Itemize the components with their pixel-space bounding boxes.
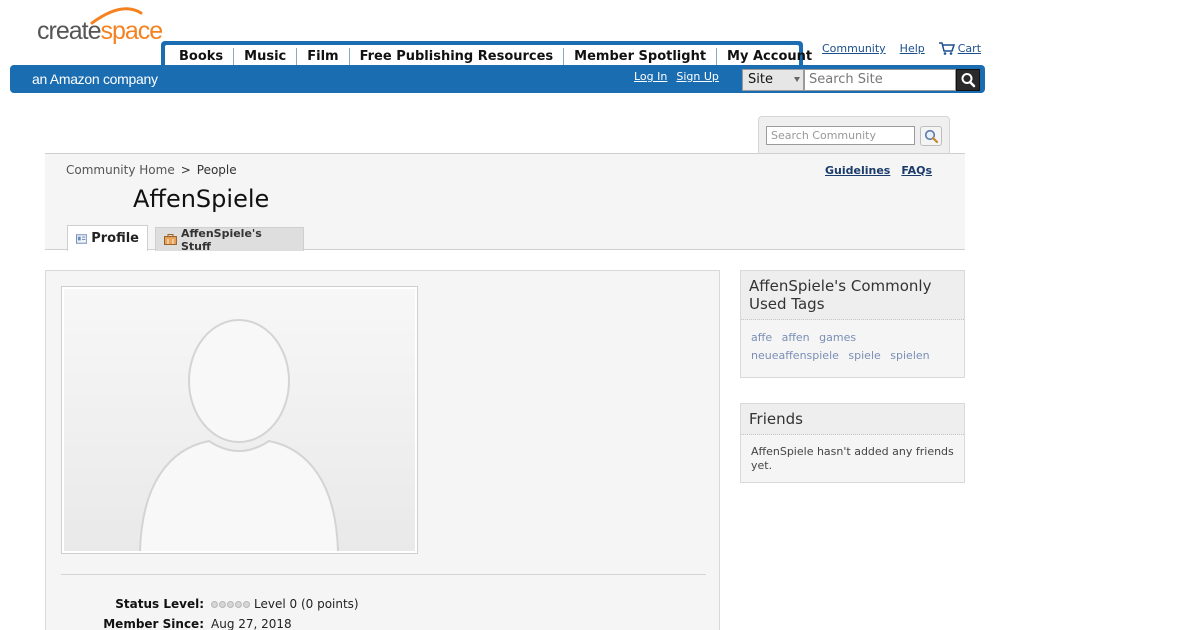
breadcrumb-separator: >: [180, 163, 191, 177]
logo-wordmark: createspace: [37, 17, 163, 45]
search-scope-select[interactable]: Site: [742, 69, 804, 91]
tag-link[interactable]: neueaffenspiele: [751, 349, 839, 362]
community-search-button[interactable]: [920, 126, 942, 146]
default-avatar-icon: [139, 319, 339, 551]
login-link[interactable]: Log In: [634, 70, 667, 83]
friends-empty-text: AffenSpiele hasn't added any friends yet…: [751, 445, 954, 472]
tag-link[interactable]: spiele: [848, 349, 880, 362]
member-since-value: Aug 27, 2018: [211, 617, 292, 630]
search-scope-value: Site: [748, 72, 773, 87]
tab-stuff[interactable]: AffenSpiele's Stuff: [155, 226, 304, 253]
status-level-value-group: Level 0 (0 points): [211, 597, 359, 611]
magnifier-icon: [924, 129, 939, 144]
top-links: Community Help Cart: [822, 42, 981, 55]
tab-profile-label: Profile: [91, 231, 139, 246]
cart-link-group[interactable]: Cart: [938, 42, 981, 55]
community-link[interactable]: Community: [822, 42, 886, 55]
tag-link[interactable]: affen: [782, 331, 810, 344]
community-search-box: Search Community: [758, 116, 950, 154]
community-header-panel: Community Home > People Guidelines FAQs …: [45, 153, 965, 253]
auth-links: Log In Sign Up: [634, 70, 719, 83]
tag-link[interactable]: spielen: [890, 349, 929, 362]
card-divider: [61, 574, 706, 575]
cart-link[interactable]: Cart: [958, 42, 981, 55]
status-dots-icon: [211, 600, 250, 608]
profile-card: Status Level: Level 0 (0 points) Member …: [45, 270, 720, 630]
site-search-button[interactable]: [956, 69, 980, 91]
page-title: AffenSpiele: [133, 185, 270, 213]
tab-profile[interactable]: Profile: [67, 225, 148, 251]
guide-links: Guidelines FAQs: [825, 164, 932, 177]
community-search-input[interactable]: Search Community: [766, 126, 915, 145]
friends-box: Friends AffenSpiele hasn't added any fri…: [740, 403, 965, 483]
member-since-row: Member Since: Aug 27, 2018: [46, 617, 292, 630]
member-since-label: Member Since:: [103, 617, 204, 630]
tag-list: affe affen games neueaffenspiele spiele …: [741, 320, 964, 373]
main-nav: Books Music Film Free Publishing Resourc…: [161, 41, 812, 67]
avatar: [61, 286, 418, 554]
common-tags-title: AffenSpiele's Commonly Used Tags: [741, 271, 964, 320]
help-link[interactable]: Help: [900, 42, 925, 55]
cart-icon: [938, 42, 955, 55]
tab-stuff-label: AffenSpiele's Stuff: [180, 226, 262, 253]
header-bar: an Amazon company Log In Sign Up Site Se…: [10, 65, 985, 93]
amazon-tagline: an Amazon company: [32, 71, 158, 87]
friends-title: Friends: [741, 404, 964, 435]
breadcrumb-community-home[interactable]: Community Home: [66, 163, 175, 177]
profile-card-icon: [76, 233, 88, 244]
status-level-row: Status Level: Level 0 (0 points): [46, 597, 359, 611]
breadcrumb: Community Home > People: [66, 163, 237, 177]
guidelines-link[interactable]: Guidelines: [825, 164, 890, 177]
faqs-link[interactable]: FAQs: [901, 164, 932, 177]
status-level-label: Status Level:: [115, 597, 204, 611]
site-search-input[interactable]: Search Site: [804, 69, 956, 91]
tag-link[interactable]: games: [819, 331, 856, 344]
signup-link[interactable]: Sign Up: [676, 70, 719, 83]
breadcrumb-current: People: [196, 163, 237, 177]
common-tags-box: AffenSpiele's Commonly Used Tags affe af…: [740, 270, 965, 378]
tag-link[interactable]: affe: [751, 331, 772, 344]
search-icon: [961, 73, 976, 88]
chevron-down-icon: [794, 77, 800, 82]
status-level-value: Level 0 (0 points): [254, 597, 359, 611]
briefcase-icon: [164, 234, 177, 245]
createspace-logo[interactable]: createspace: [37, 5, 167, 60]
